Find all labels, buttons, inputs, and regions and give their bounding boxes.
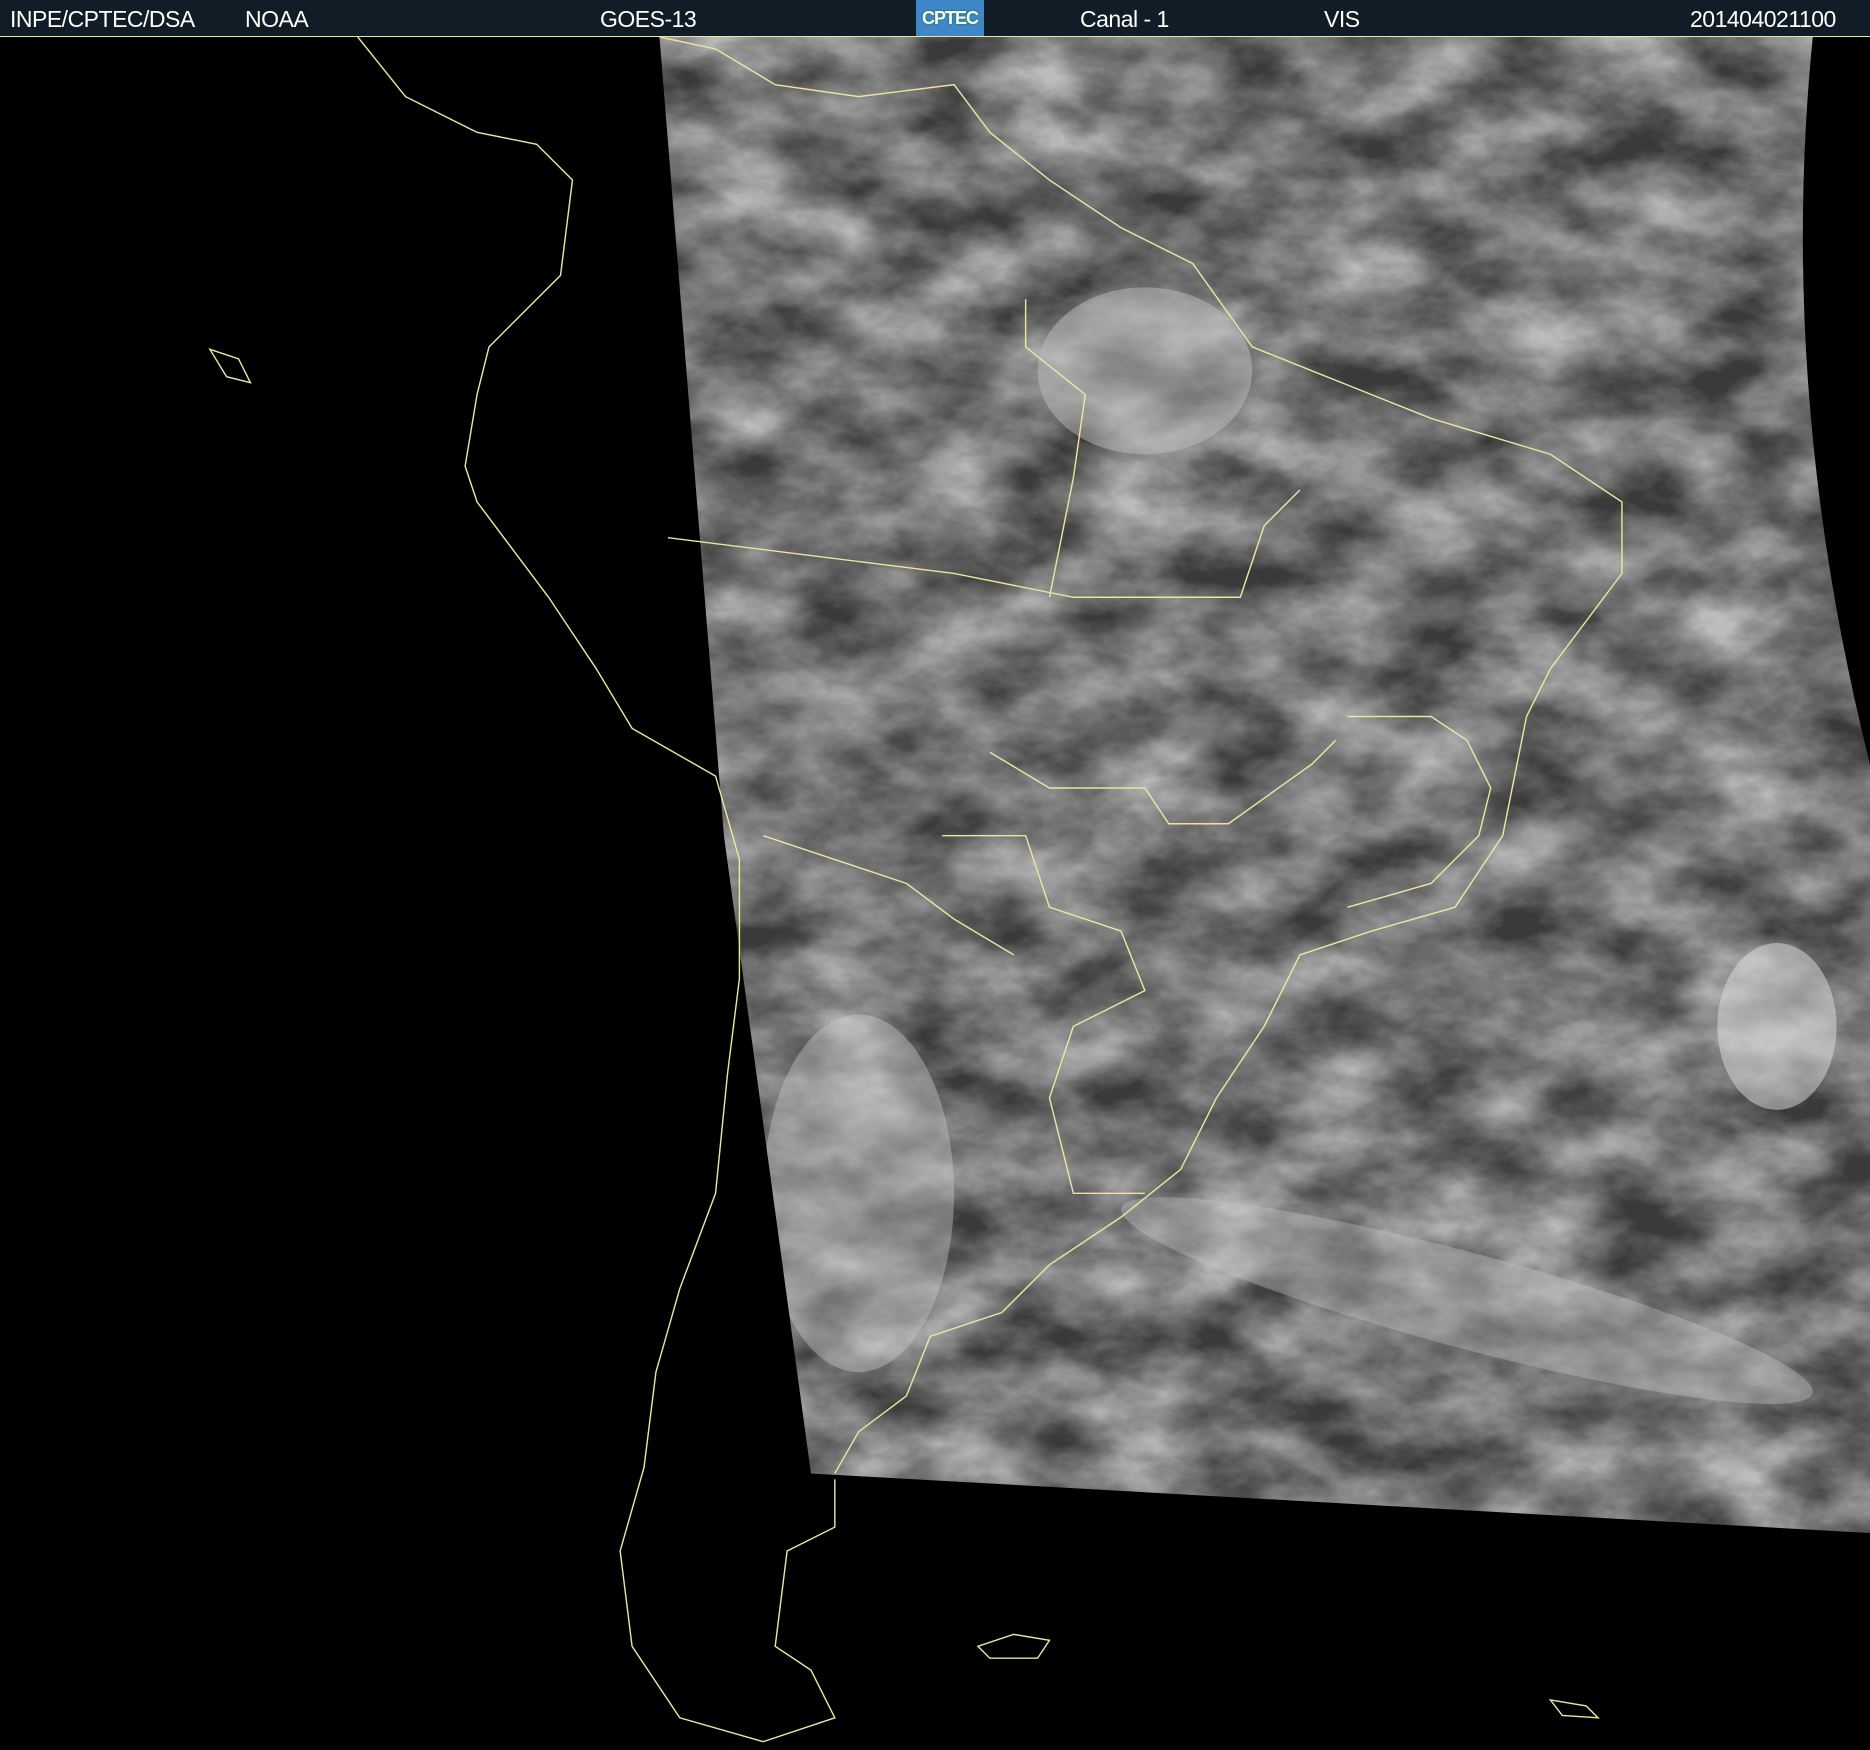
- satellite-image: [208, 37, 1870, 1743]
- cptec-logo: CPTEC: [916, 0, 984, 36]
- band-label: VIS: [1324, 6, 1360, 32]
- institution-label: INPE/CPTEC/DSA: [10, 6, 195, 32]
- satellite-label: GOES-13: [600, 6, 697, 32]
- channel-label: Canal - 1: [1080, 6, 1169, 32]
- cloud-swath: [659, 37, 1870, 1534]
- header-bar: INPE/CPTEC/DSA NOAA GOES-13 CPTEC Canal …: [0, 0, 1870, 37]
- logo-text: CPTEC: [921, 7, 979, 28]
- timestamp-label: 201404021100: [1690, 6, 1836, 32]
- agency-label: NOAA: [245, 6, 309, 32]
